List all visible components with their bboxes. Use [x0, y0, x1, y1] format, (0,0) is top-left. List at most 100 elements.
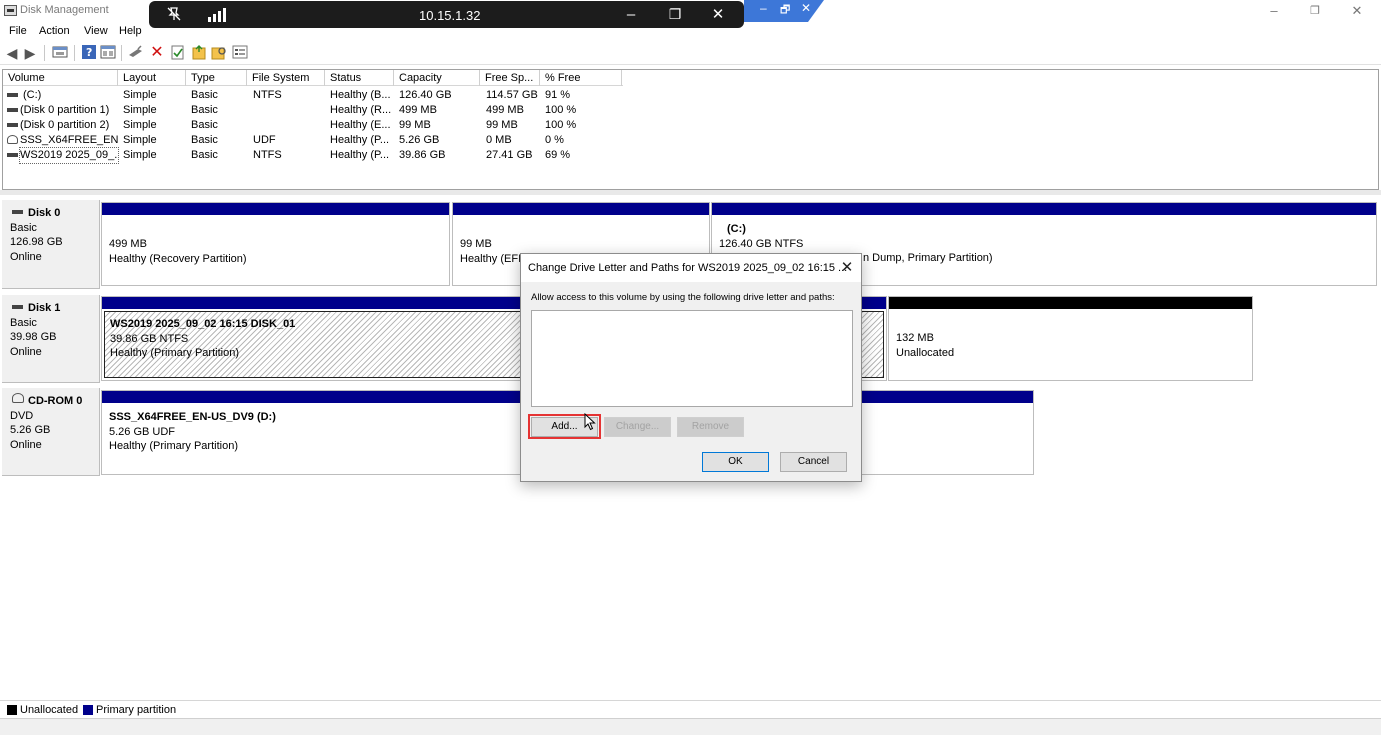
volume-percent-free: 91 % [545, 89, 571, 101]
column-header-percent-free[interactable]: % Free [540, 70, 622, 86]
menu-file[interactable]: File [9, 25, 27, 37]
legend-primary-partition: Primary partition [96, 704, 177, 716]
volume-file-system: NTFS [253, 149, 282, 161]
volume-free-space: 499 MB [486, 104, 524, 116]
partition-size: 132 MB [896, 332, 934, 344]
disk-state: Online [10, 345, 42, 358]
tail-close-button[interactable]: ✕ [801, 1, 811, 15]
change-drive-letter-dialog: Change Drive Letter and Paths for WS2019… [520, 253, 862, 482]
column-header-volume[interactable]: Volume [3, 70, 118, 86]
cdrom-0-label[interactable]: CD-ROM 0 DVD 5.26 GB Online [2, 388, 100, 476]
partition-unallocated[interactable]: 132 MB Unallocated [888, 296, 1253, 381]
ok-button[interactable]: OK [702, 452, 769, 472]
cd-icon [7, 135, 18, 144]
cancel-button[interactable]: Cancel [780, 452, 847, 472]
minimize-button[interactable]: – [1262, 2, 1286, 20]
volume-percent-free: 100 % [545, 104, 577, 116]
drive-icon [7, 153, 18, 157]
volume-row[interactable]: SSS_X64FREE_EN-... Simple Basic UDF Heal… [3, 133, 623, 148]
column-header-free-space[interactable]: Free Sp... [480, 70, 540, 86]
check-icon[interactable] [170, 45, 186, 61]
volume-layout: Simple [123, 89, 157, 101]
disk-size: 5.26 GB [10, 424, 51, 436]
dialog-title: Change Drive Letter and Paths for WS2019… [528, 262, 848, 274]
connect-icon[interactable] [128, 45, 144, 61]
remote-window-controls: – 🗗 ✕ [744, 0, 844, 22]
disk-icon [12, 305, 23, 309]
volume-type: Basic [191, 104, 218, 116]
volume-free-space: 0 MB [486, 134, 512, 146]
forward-icon[interactable]: ▶ [22, 45, 38, 61]
disk-management-icon [4, 5, 17, 16]
partition-size: 126.40 GB NTFS [719, 237, 804, 250]
column-header-type[interactable]: Type [186, 70, 247, 86]
mouse-cursor-icon [584, 413, 596, 431]
column-header-layout[interactable]: Layout [118, 70, 186, 86]
volume-row[interactable]: (Disk 0 partition 2) Simple Basic Health… [3, 118, 623, 133]
partition-status: Healthy (Recovery Partition) [109, 252, 247, 265]
volume-list[interactable]: Volume Layout Type File System Status Ca… [2, 69, 1379, 190]
volume-file-system: UDF [253, 134, 276, 146]
volume-list-header: Volume Layout Type File System Status Ca… [3, 70, 623, 86]
disk-1-label[interactable]: Disk 1 Basic 39.98 GB Online [2, 295, 100, 383]
app-title: Disk Management [20, 4, 109, 16]
menu-action[interactable]: Action [39, 25, 70, 37]
partition-title: (C:) [727, 223, 746, 235]
restore-button[interactable]: ❐ [1303, 2, 1327, 20]
menu-view[interactable]: View [84, 25, 108, 37]
menu-help[interactable]: Help [119, 25, 142, 37]
back-icon[interactable]: ◀ [4, 45, 20, 61]
volume-capacity: 39.86 GB [399, 149, 446, 161]
tail-restore-button[interactable]: 🗗 [780, 1, 790, 20]
properties-icon[interactable] [100, 45, 116, 61]
drive-paths-list[interactable] [531, 310, 853, 407]
volume-capacity: 5.26 GB [399, 134, 440, 146]
drive-icon [7, 93, 18, 97]
volume-row-selected[interactable]: WS2019 2025_09_... Simple Basic NTFS Hea… [3, 147, 623, 164]
help-icon[interactable]: ? [81, 45, 97, 61]
partition-status: Unallocated [896, 346, 955, 359]
primary-partition-bar [102, 203, 449, 215]
volume-name: (Disk 0 partition 2) [20, 119, 110, 131]
volume-type: Basic [191, 89, 218, 101]
unallocated-bar [889, 297, 1252, 309]
folder-icon[interactable] [191, 45, 207, 61]
tail-minimize-button[interactable]: – [760, 1, 767, 15]
console-tree-icon[interactable] [52, 45, 68, 61]
disk-size: 126.98 GB [10, 236, 63, 248]
volume-name: (Disk 0 partition 1) [20, 104, 110, 116]
volume-layout: Simple [123, 104, 157, 116]
disk-0-label[interactable]: Disk 0 Basic 126.98 GB Online [2, 200, 100, 289]
change-button[interactable]: Change... [604, 417, 671, 437]
remove-button[interactable]: Remove [677, 417, 744, 437]
volume-layout: Simple [123, 134, 157, 146]
delete-icon[interactable]: ✕ [149, 45, 165, 61]
primary-partition-swatch [83, 705, 93, 715]
volume-type: Basic [191, 119, 218, 131]
disk-type: Basic [10, 316, 37, 329]
volume-free-space: 114.57 GB [486, 89, 538, 101]
volume-percent-free: 69 % [545, 149, 571, 161]
close-button[interactable]: ✕ [1345, 2, 1369, 20]
search-folder-icon[interactable] [211, 45, 227, 61]
dialog-close-button[interactable]: ✕ [837, 258, 857, 278]
toolbar: ◀ ▶ ? ✕ [0, 41, 1381, 65]
column-header-status[interactable]: Status [325, 70, 394, 86]
volume-row[interactable]: (C:) Simple Basic NTFS Healthy (B... 126… [3, 88, 623, 103]
disk-name: CD-ROM 0 [28, 395, 83, 407]
partition-recovery[interactable]: 499 MB Healthy (Recovery Partition) [101, 202, 450, 286]
list-icon[interactable] [232, 45, 248, 61]
primary-partition-bar [712, 203, 1376, 215]
volume-row[interactable]: (Disk 0 partition 1) Simple Basic Health… [3, 103, 623, 118]
column-header-capacity[interactable]: Capacity [394, 70, 480, 86]
volume-name: SSS_X64FREE_EN-... [20, 134, 118, 146]
column-header-file-system[interactable]: File System [247, 70, 325, 86]
volume-free-space: 27.41 GB [486, 149, 533, 161]
volume-layout: Simple [123, 149, 157, 161]
disk-state: Online [10, 438, 42, 451]
legend: Unallocated Primary partition [0, 700, 1381, 718]
toolbar-separator [44, 45, 45, 61]
disk-state: Online [10, 250, 42, 263]
remote-host-address: 10.15.1.32 [419, 8, 481, 23]
volume-status: Healthy (R... [330, 104, 392, 116]
